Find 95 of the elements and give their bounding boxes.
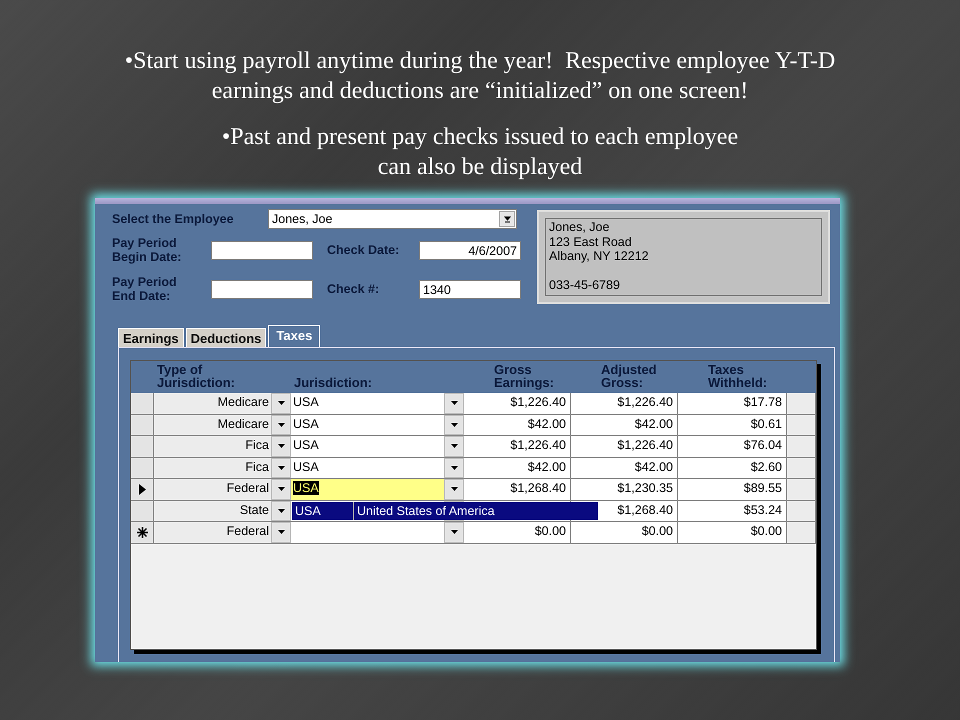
input-field[interactable] bbox=[211, 280, 313, 298]
dropdown-button[interactable] bbox=[271, 436, 291, 456]
caret-icon bbox=[278, 466, 284, 470]
list-item[interactable]: USA bbox=[292, 502, 354, 520]
dropdown-button[interactable] bbox=[444, 414, 464, 435]
bullet-text: •Start using payroll anytime during the year! Respective employee Y-T-D earnings and deductions are “initialized” on one screen! bbox=[124, 47, 836, 106]
row-selector[interactable] bbox=[131, 479, 154, 500]
table-cell: $1,226.40 bbox=[464, 393, 571, 414]
table-cell[interactable]: Federal bbox=[154, 479, 271, 500]
caret-icon bbox=[450, 530, 458, 534]
table-row[interactable]: Fica USA $42.00 $42.00 $2.60 bbox=[131, 458, 816, 479]
table-cell: $0.00 bbox=[571, 522, 678, 542]
caret-icon bbox=[504, 216, 510, 222]
field-label: Check #: bbox=[327, 282, 380, 296]
caret-icon bbox=[278, 422, 284, 427]
table-cell[interactable]: Medicare bbox=[154, 414, 271, 435]
table-cell[interactable]: Medicare bbox=[154, 393, 271, 414]
field-label: Pay Period End Date: bbox=[112, 275, 178, 303]
table-cell: $1,226.40 bbox=[464, 436, 571, 456]
field-label: Check Date: bbox=[327, 243, 400, 257]
dropdown-button[interactable] bbox=[444, 436, 464, 456]
table-cell[interactable]: Federal bbox=[154, 522, 271, 542]
dropdown-list[interactable]: USA United States of America bbox=[292, 502, 598, 520]
caret-icon bbox=[450, 444, 458, 448]
table-cell[interactable]: USA bbox=[291, 436, 444, 456]
table-cell: $0.00 bbox=[464, 522, 571, 542]
table-row[interactable]: Federal $0.00 $0.00 $0.00 bbox=[131, 522, 816, 544]
table-cell: $76.04 bbox=[678, 436, 787, 456]
table-cell: $1,230.35 bbox=[571, 479, 678, 500]
table-cell[interactable]: State bbox=[154, 500, 271, 521]
column-header: Gross Earnings: bbox=[493, 361, 555, 392]
table-cell: $53.24 bbox=[678, 500, 787, 521]
dropdown-button[interactable] bbox=[499, 211, 515, 227]
caret-icon bbox=[450, 401, 458, 406]
caret-icon bbox=[278, 508, 284, 513]
asterisk-icon bbox=[136, 526, 148, 538]
bullet-text: •Past and present pay checks issued to each employee can also be displayed bbox=[220, 123, 740, 182]
table-row[interactable]: Fica USA $1,226.40 $1,226.40 $76.04 bbox=[131, 436, 816, 458]
address-text: Jones, Joe 123 East Road Albany, NY 12212 033-45-6789 bbox=[545, 218, 822, 296]
dropdown-button[interactable] bbox=[444, 522, 464, 542]
dropdown-button[interactable] bbox=[271, 414, 291, 435]
combo-value: Jones, Joe bbox=[271, 212, 334, 226]
table-cell[interactable]: USA bbox=[291, 414, 444, 435]
caret-icon bbox=[278, 487, 284, 492]
input-field[interactable]: 4/6/2007 bbox=[419, 240, 521, 260]
column-header: Jurisdiction: bbox=[293, 374, 374, 392]
table-cell: $42.00 bbox=[571, 414, 678, 435]
row-selector[interactable] bbox=[131, 522, 154, 542]
table-row[interactable]: Medicare USA $42.00 $42.00 $0.61 bbox=[131, 414, 816, 436]
table-cell: $42.00 bbox=[571, 458, 678, 478]
dropdown-button[interactable] bbox=[271, 500, 291, 521]
input-field[interactable]: 1340 bbox=[419, 280, 521, 298]
table-cell: $17.78 bbox=[678, 393, 787, 414]
caret-icon bbox=[278, 444, 284, 448]
table-cell: $42.00 bbox=[464, 458, 571, 478]
table-cell[interactable] bbox=[291, 522, 444, 542]
dropdown-button[interactable] bbox=[444, 393, 464, 414]
caret-icon bbox=[278, 530, 284, 534]
dropdown-button[interactable] bbox=[271, 393, 291, 414]
table-cell: $89.55 bbox=[678, 479, 787, 500]
table-cell: $1,268.40 bbox=[464, 479, 571, 500]
table-cell[interactable]: USA bbox=[291, 458, 444, 478]
table-cell: $1,226.40 bbox=[571, 436, 678, 456]
dropdown-button[interactable] bbox=[444, 479, 464, 500]
caret-icon bbox=[450, 487, 458, 492]
field-label: Select the Employee bbox=[112, 212, 235, 226]
current-row-icon bbox=[138, 484, 146, 495]
table-cell[interactable]: Fica bbox=[154, 458, 271, 478]
table-cell[interactable]: USA bbox=[291, 479, 444, 500]
column-header: Taxes Withheld: bbox=[707, 361, 768, 392]
column-header: Type of Jurisdiction: bbox=[156, 361, 236, 392]
table-cell: $1,226.40 bbox=[571, 393, 678, 414]
table-cell: $0.61 bbox=[678, 414, 787, 435]
column-header: Adjusted Gross: bbox=[600, 361, 658, 392]
dropdown-button[interactable] bbox=[271, 479, 291, 500]
field-label: Pay Period Begin Date: bbox=[112, 236, 182, 264]
caret-icon bbox=[450, 466, 458, 470]
dropdown-button[interactable] bbox=[271, 522, 291, 542]
tab[interactable]: Deductions bbox=[186, 328, 266, 347]
employee-combo[interactable]: Jones, Joe bbox=[268, 209, 517, 229]
table-cell[interactable]: USA bbox=[291, 393, 444, 414]
input-field[interactable] bbox=[211, 240, 313, 260]
table-cell[interactable]: Fica bbox=[154, 436, 271, 456]
tab[interactable]: Taxes bbox=[268, 325, 320, 347]
tab[interactable]: Earnings bbox=[118, 328, 184, 347]
table-row[interactable]: Medicare USA $1,226.40 $1,226.40 $17.78 bbox=[131, 393, 816, 414]
caret-icon bbox=[450, 422, 458, 427]
caret-icon bbox=[278, 401, 284, 406]
table-row[interactable]: Federal USA $1,268.40 $1,230.35 $89.55 bbox=[131, 479, 816, 500]
table-cell: $2.60 bbox=[678, 458, 787, 478]
dropdown-button[interactable] bbox=[444, 458, 464, 478]
table-cell: $42.00 bbox=[464, 414, 571, 435]
dropdown-button[interactable] bbox=[271, 458, 291, 478]
table-row[interactable]: State USA United States of America $1,268.40 $53.24 bbox=[131, 500, 816, 522]
table-cell: $0.00 bbox=[678, 522, 787, 542]
